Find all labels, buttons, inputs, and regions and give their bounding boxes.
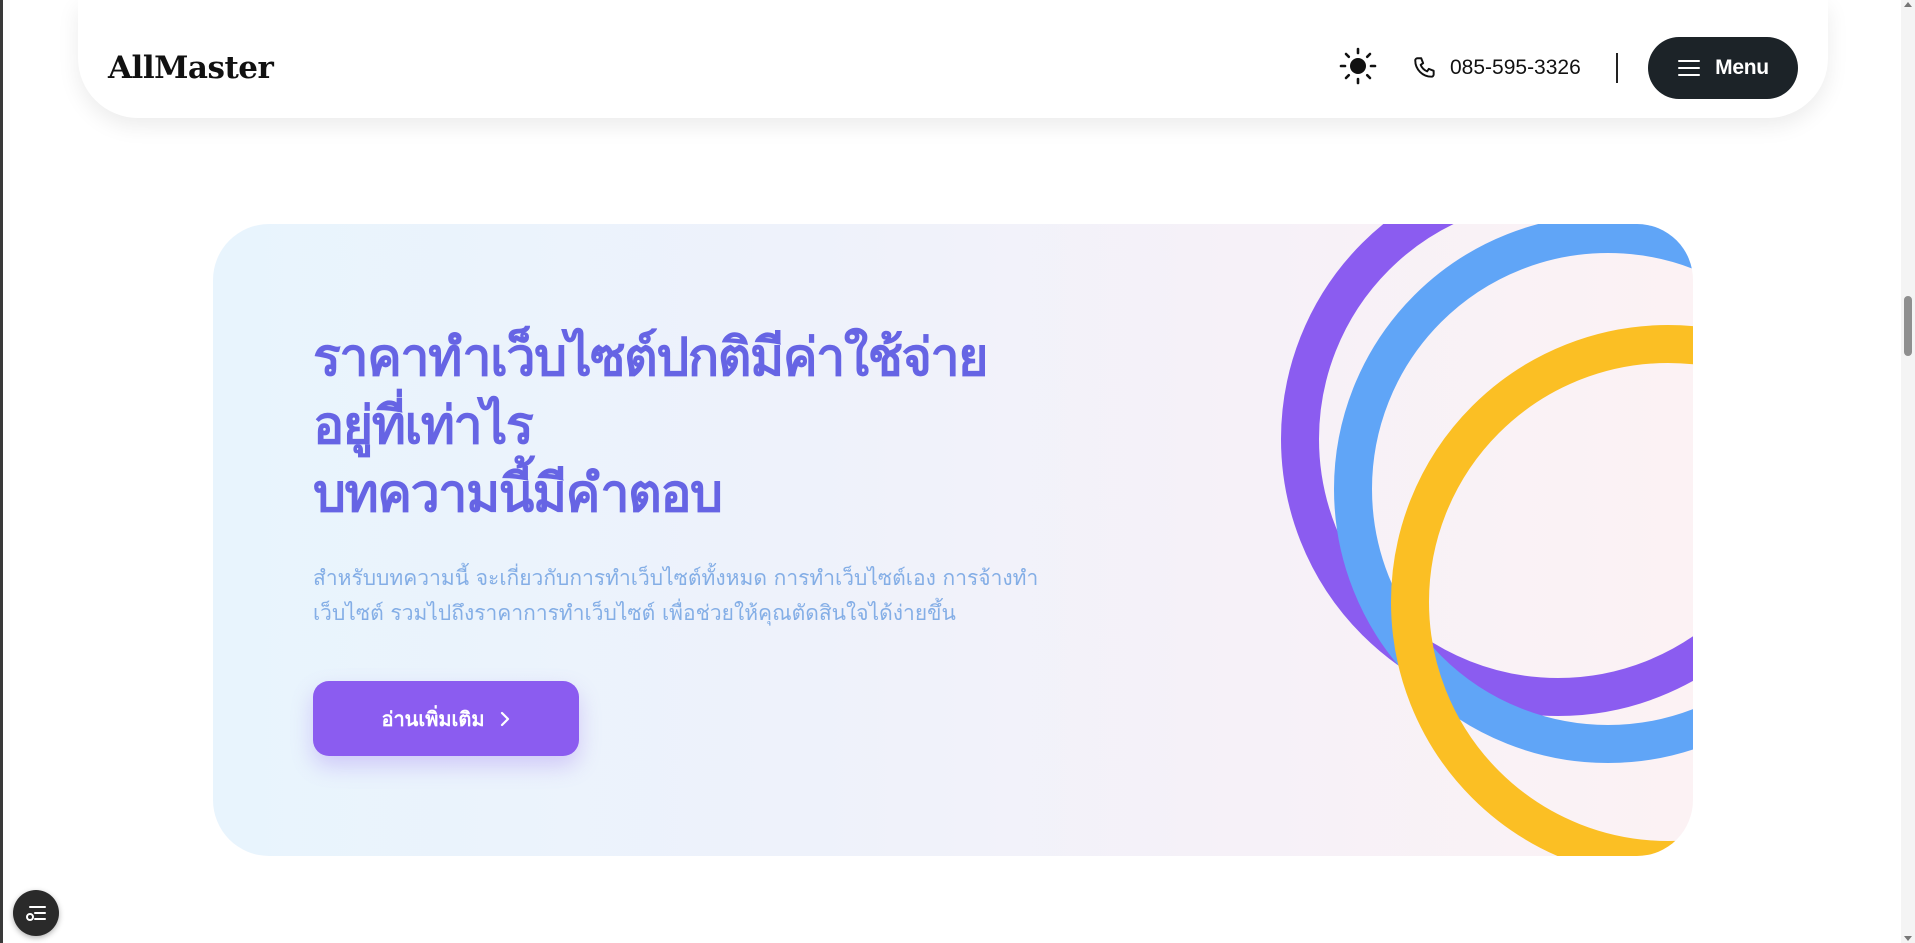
sun-icon [1339,47,1377,85]
scroll-down-arrow[interactable] [1904,936,1912,941]
decorative-rings [1281,224,1693,856]
phone-icon [1414,57,1435,78]
chevron-right-icon [500,711,509,726]
read-more-button[interactable]: อ่านเพิ่มเติม [313,681,579,756]
floating-menu-button[interactable] [13,890,59,936]
list-settings-icon [26,906,46,921]
phone-number: 085-595-3326 [1450,56,1581,79]
hero-title-line-3: บทความนี้มีคำตอบ [313,464,723,524]
window-edge [0,0,3,943]
hero-title: ราคาทำเว็บไซต์ปกติมีค่าใช้จ่าย อยู่ที่เท… [313,324,1133,528]
hero-title-line-2: อยู่ที่เท่าไร [313,396,534,456]
page-scrollbar[interactable] [1901,0,1915,943]
phone-link[interactable]: 085-595-3326 [1412,50,1581,86]
hero-banner: ราคาทำเว็บไซต์ปกติมีค่าใช้จ่าย อยู่ที่เท… [213,224,1693,856]
header-divider [1616,53,1618,83]
hero-description: สำหรับบทความนี้ จะเกี่ยวกับการทำเว็บไซต์… [313,566,1039,625]
menu-label: Menu [1715,56,1769,79]
hamburger-icon [1678,60,1701,76]
hero-title-line-1: ราคาทำเว็บไซต์ปกติมีค่าใช้จ่าย [313,328,989,388]
scroll-thumb[interactable] [1904,296,1912,356]
read-more-label: อ่านเพิ่มเติม [381,706,485,731]
menu-button[interactable]: Menu [1648,37,1798,99]
scroll-up-arrow[interactable] [1904,2,1912,7]
site-logo[interactable]: AllMaster [108,50,274,86]
theme-toggle-button[interactable] [1338,46,1378,86]
site-header: AllMaster 085-595-3326 Menu [78,0,1828,118]
